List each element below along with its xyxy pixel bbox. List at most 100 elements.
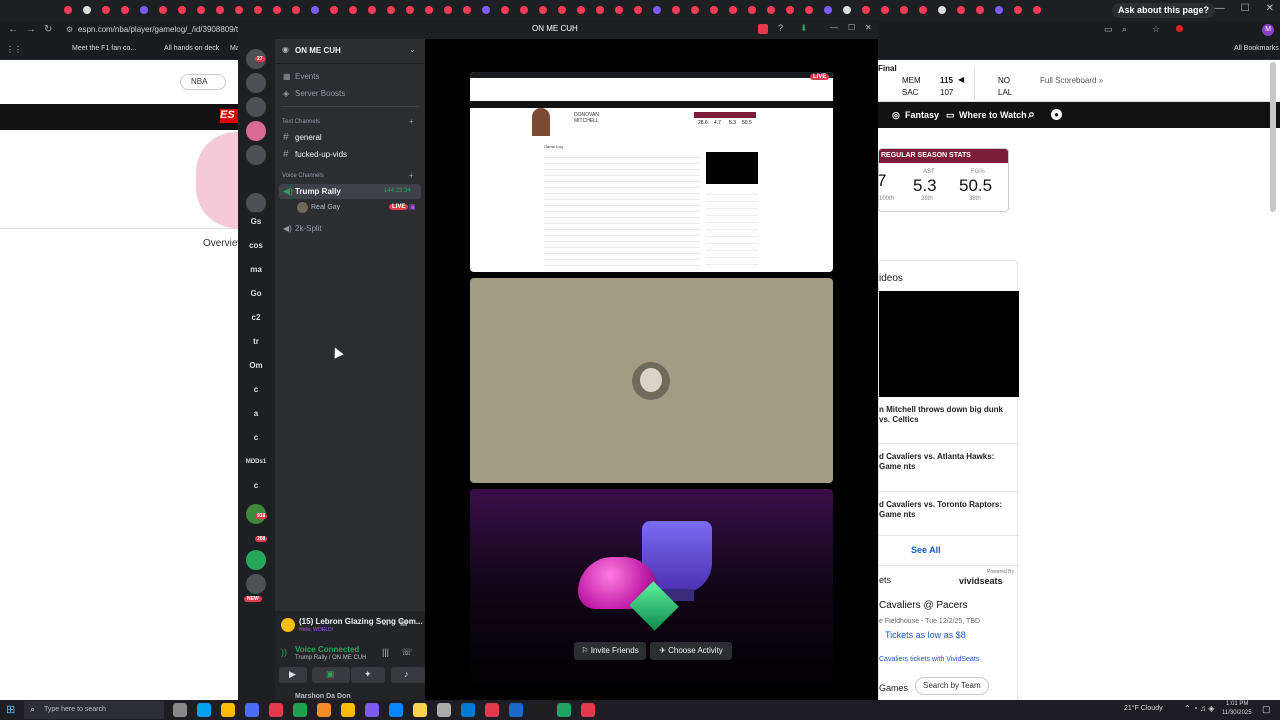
taskbar-app-icon[interactable] xyxy=(341,703,355,717)
browser-tab[interactable] xyxy=(934,3,949,17)
download-icon[interactable]: ⬇ xyxy=(800,23,808,34)
tray-icons[interactable]: ⌃ ◔ ♫ ◈ xyxy=(1184,704,1214,713)
server-icon[interactable]: cos xyxy=(246,236,266,256)
taskbar-app-icon[interactable] xyxy=(437,703,451,717)
chevron-down-icon[interactable]: ⌄ xyxy=(409,45,416,54)
browser-tab[interactable] xyxy=(459,3,474,17)
browser-tab[interactable] xyxy=(402,3,417,17)
page-scrollbar[interactable] xyxy=(1270,62,1276,212)
browser-tab[interactable] xyxy=(535,3,550,17)
search-icon[interactable]: ⌕ xyxy=(1028,107,1035,122)
server-icon[interactable] xyxy=(246,169,266,189)
taskbar-app-icon[interactable] xyxy=(581,703,595,717)
server-icon[interactable] xyxy=(246,73,266,93)
windows-start-icon[interactable]: ⊞ xyxy=(6,703,15,716)
browser-tab[interactable] xyxy=(782,3,797,17)
avatar[interactable] xyxy=(297,202,308,213)
browser-tab[interactable] xyxy=(155,3,170,17)
reload-icon[interactable]: ↻ xyxy=(44,24,52,35)
browser-tab[interactable] xyxy=(991,3,1006,17)
add-channel-icon[interactable]: + xyxy=(409,117,414,126)
browser-tab[interactable] xyxy=(98,3,113,17)
menu-events[interactable]: Events xyxy=(295,72,319,81)
browser-tab[interactable] xyxy=(839,3,854,17)
server-icon[interactable]: Go xyxy=(246,284,266,304)
server-icon[interactable]: MDDs1 xyxy=(245,452,267,472)
taskbar-app-icon[interactable] xyxy=(221,703,235,717)
taskbar-app-icon[interactable] xyxy=(413,703,427,717)
forward-icon[interactable]: → xyxy=(26,24,36,35)
browser-tab[interactable] xyxy=(440,3,455,17)
browser-tab[interactable] xyxy=(421,3,436,17)
browser-tab[interactable] xyxy=(592,3,607,17)
help-icon[interactable]: ? xyxy=(778,23,783,33)
search-box[interactable]: ⌕ Type here to search xyxy=(24,701,164,719)
server-icon[interactable]: Om xyxy=(246,356,266,376)
category-text-channels[interactable]: Text Channels xyxy=(282,119,320,125)
taskbar-app-icon[interactable] xyxy=(269,703,283,717)
add-channel-icon[interactable]: + xyxy=(409,171,414,180)
browser-tab[interactable] xyxy=(117,3,132,17)
server-icon[interactable]: ma xyxy=(246,260,266,280)
browser-tab[interactable] xyxy=(573,3,588,17)
server-icon[interactable]: c xyxy=(246,380,266,400)
apps-icon[interactable]: ⋮⋮ xyxy=(6,45,22,54)
browser-tab[interactable] xyxy=(725,3,740,17)
server-icon[interactable]: c xyxy=(246,428,266,448)
invite-friends-button[interactable]: ⚐ Invite Friends xyxy=(574,642,646,660)
browser-tab[interactable] xyxy=(79,3,94,17)
taskbar-app-icon[interactable] xyxy=(533,703,547,717)
noise-suppression-icon[interactable]: ||| xyxy=(382,647,389,657)
browser-tab[interactable] xyxy=(269,3,284,17)
clock-date[interactable]: 11/30/2025 xyxy=(1222,710,1252,716)
server-icon[interactable]: tr xyxy=(246,332,266,352)
minimize-icon[interactable]: — xyxy=(830,23,838,32)
close-icon[interactable]: ✕ xyxy=(865,23,872,32)
browser-tab[interactable] xyxy=(288,3,303,17)
minimize-icon[interactable]: — xyxy=(1215,3,1225,14)
taskbar-app-icon[interactable] xyxy=(485,703,499,717)
server-icon[interactable]: c2 xyxy=(246,308,266,328)
browser-tab[interactable] xyxy=(383,3,398,17)
close-icon[interactable]: ✕ xyxy=(1266,3,1274,14)
maximize-icon[interactable]: ☐ xyxy=(848,23,855,32)
voice-channel-2k-split[interactable]: 2k-Split xyxy=(295,224,322,233)
nav-fantasy[interactable]: Fantasy xyxy=(905,110,939,120)
browser-tab[interactable] xyxy=(820,3,835,17)
bookmark-item[interactable]: All hands on deck xyxy=(164,45,219,52)
full-scoreboard-link[interactable]: Full Scoreboard » xyxy=(1040,76,1103,85)
server-name[interactable]: ON ME CUH xyxy=(295,46,341,55)
browser-tab[interactable] xyxy=(174,3,189,17)
browser-tab[interactable] xyxy=(801,3,816,17)
channel-fucked-up-vids[interactable]: fucked-up-vids xyxy=(295,150,347,159)
browser-tab[interactable] xyxy=(915,3,930,17)
browser-tab[interactable] xyxy=(345,3,360,17)
search-by-team-select[interactable]: Search by Team xyxy=(915,677,989,695)
bookmark-star-icon[interactable]: ☆ xyxy=(1152,24,1160,35)
taskbar-app-icon[interactable] xyxy=(317,703,331,717)
user-tile[interactable] xyxy=(470,278,833,483)
taskbar-app-icon[interactable] xyxy=(389,703,403,717)
browser-tab[interactable] xyxy=(953,3,968,17)
extension-icon[interactable] xyxy=(1176,25,1183,32)
server-icon[interactable] xyxy=(246,550,266,570)
browser-tab[interactable] xyxy=(896,3,911,17)
channel-general[interactable]: general xyxy=(295,133,322,142)
server-icon[interactable] xyxy=(246,121,266,141)
taskbar-app-icon[interactable] xyxy=(173,703,187,717)
server-icon[interactable]: a xyxy=(246,404,266,424)
weather-label[interactable]: 21°F Cloudy xyxy=(1124,705,1163,712)
browser-tab[interactable] xyxy=(554,3,569,17)
video-item[interactable]: n Mitchell throws down big dunk vs. Celt… xyxy=(879,405,1015,425)
server-icon[interactable] xyxy=(246,193,266,213)
zoom-icon[interactable]: ⌕ xyxy=(1122,24,1127,35)
disconnect-icon[interactable]: ☏ xyxy=(401,647,412,658)
browser-tab[interactable] xyxy=(250,3,265,17)
ask-about-page-button[interactable]: Ask about this page? xyxy=(1112,3,1216,18)
browser-tab[interactable] xyxy=(193,3,208,17)
inbox-icon[interactable] xyxy=(758,24,768,34)
nav-where-to-watch[interactable]: Where to Watch xyxy=(959,110,1027,120)
video-player[interactable] xyxy=(879,291,1019,397)
see-all-link[interactable]: See All xyxy=(911,545,941,555)
browser-tab[interactable] xyxy=(231,3,246,17)
